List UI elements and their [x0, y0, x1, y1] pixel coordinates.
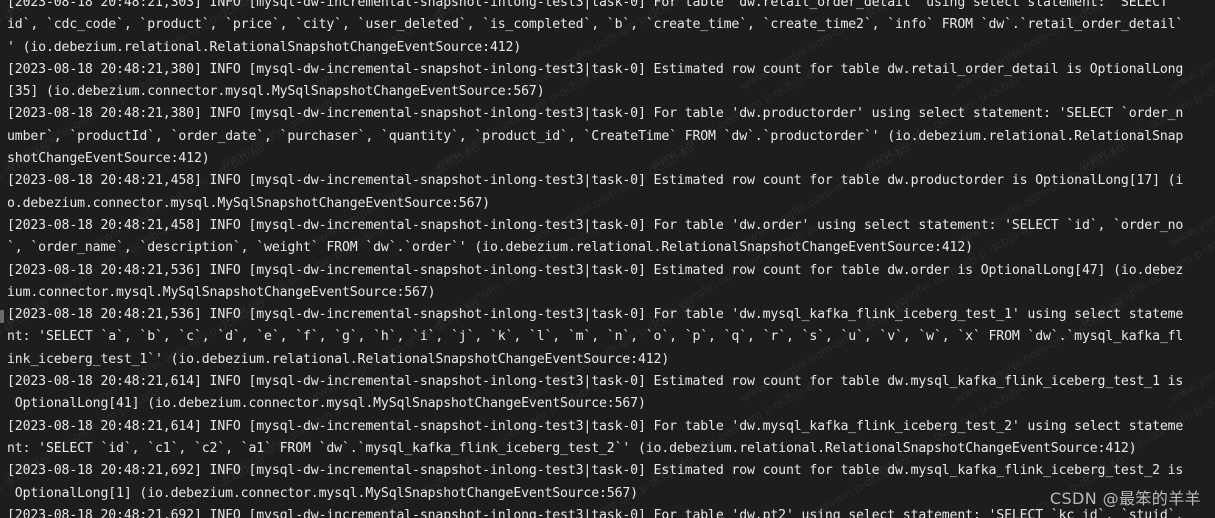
log-line: [2023-08-18 20:48:21,614] INFO [mysql-dw…	[7, 418, 1184, 434]
log-line: umber`, `productId`, `order_date`, `purc…	[7, 128, 1184, 144]
log-line: shotChangeEventSource:412)	[7, 151, 210, 167]
log-line: nt: 'SELECT `id`, `c1`, `c2`, `a1` FROM …	[7, 440, 1137, 456]
log-line: id`, `cdc_code`, `product`, `price`, `ci…	[7, 17, 1184, 33]
log-line: [2023-08-18 20:48:21,536] INFO [mysql-dw…	[7, 307, 1184, 323]
log-line: [2023-08-18 20:48:21,692] INFO [mysql-dw…	[7, 463, 1184, 479]
log-line: [2023-08-18 20:48:21,458] INFO [mysql-dw…	[7, 173, 1184, 189]
log-line: [2023-08-18 20:48:21,303] INFO [mysql-dw…	[7, 0, 1184, 10]
csdn-attribution-watermark: CSDN @最笨的羊羊	[1049, 488, 1201, 508]
log-line: ink_iceberg_test_1`' (io.debezium.relati…	[7, 351, 670, 367]
log-line: [2023-08-18 20:48:21,614] INFO [mysql-dw…	[7, 374, 1184, 390]
scroll-position-marker[interactable]	[0, 310, 4, 323]
log-line: `, `order_name`, `description`, `weight`…	[7, 240, 973, 256]
log-line: nt: 'SELECT `a`, `b`, `c`, `d`, `e`, `f`…	[7, 329, 1184, 345]
log-line: ' (io.debezium.relational.RelationalSnap…	[7, 39, 522, 55]
log-line: OptionalLong[1] (io.debezium.connector.m…	[7, 485, 638, 501]
log-line: [35] (io.debezium.connector.mysql.MySqlS…	[7, 84, 545, 100]
log-line: o.debezium.connector.mysql.MySqlSnapshot…	[7, 195, 490, 211]
log-line: [2023-08-18 20:48:21,380] INFO [mysql-dw…	[7, 106, 1184, 122]
log-line: ium.connector.mysql.MySqlSnapshotChangeE…	[7, 284, 436, 300]
log-line: [2023-08-18 20:48:21,380] INFO [mysql-dw…	[7, 61, 1184, 77]
log-line: OptionalLong[41] (io.debezium.connector.…	[7, 396, 646, 412]
log-line: [2023-08-18 20:48:21,458] INFO [mysql-dw…	[7, 217, 1184, 233]
log-console[interactable]: [2023-08-18 20:48:21,303] INFO [mysql-dw…	[0, 0, 1215, 518]
log-line: [2023-08-18 20:48:21,692] INFO [mysql-dw…	[7, 507, 1184, 518]
log-line: [2023-08-18 20:48:21,536] INFO [mysql-dw…	[7, 262, 1184, 278]
log-output: [2023-08-18 20:48:21,303] INFO [mysql-dw…	[7, 0, 1215, 518]
